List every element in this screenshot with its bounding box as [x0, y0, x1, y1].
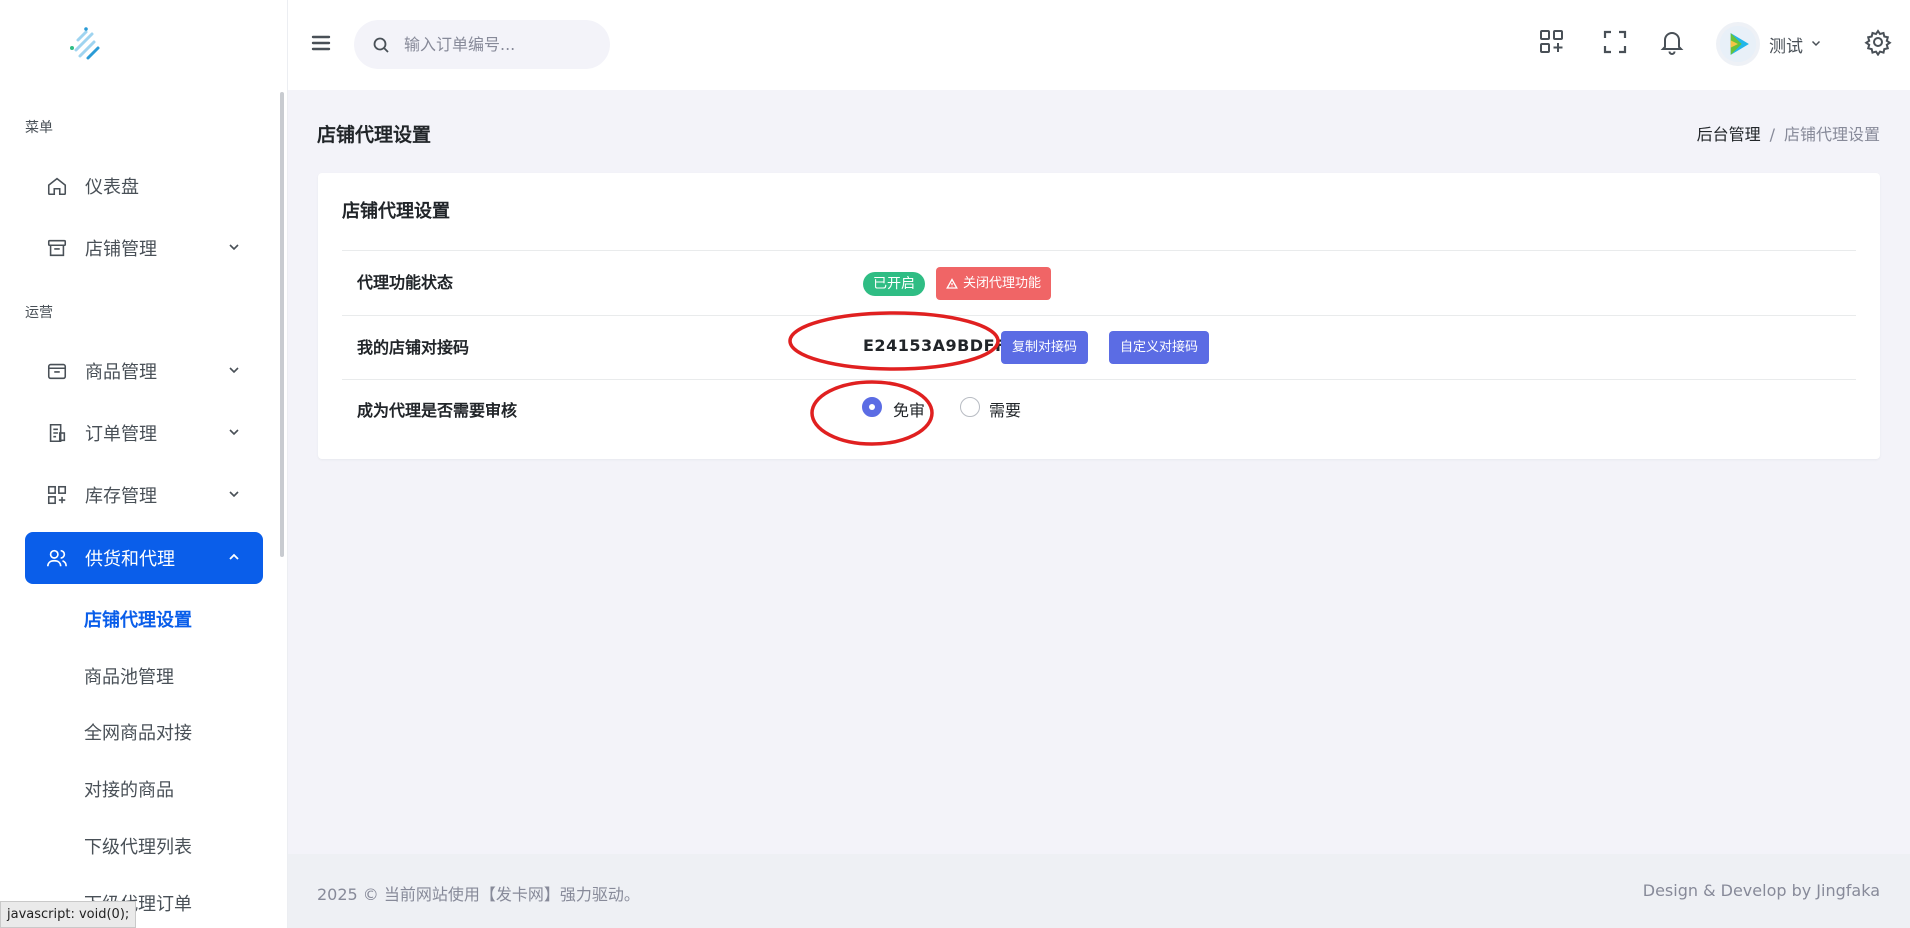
row-divider [342, 250, 1856, 251]
section-title-menu: 菜单 [25, 120, 53, 136]
row-divider [342, 315, 1856, 316]
store-icon [45, 236, 69, 260]
topbar: 测试 [288, 0, 1910, 90]
sidebar-subitem-product-pool[interactable]: 商品池管理 [84, 663, 174, 689]
user-name[interactable]: 测试 [1769, 32, 1803, 57]
browser-status-link-preview: javascript: void(0); [0, 901, 137, 928]
play-logo-icon [1719, 25, 1757, 63]
card-title: 店铺代理设置 [342, 201, 450, 222]
breadcrumb-separator: / [1769, 125, 1775, 144]
chevron-down-icon [229, 244, 239, 251]
chevron-up-icon [229, 553, 239, 560]
bell-icon[interactable] [1658, 28, 1686, 56]
sidebar-item-dashboard[interactable]: 仪表盘 [25, 160, 263, 212]
qr-app-grid-icon[interactable] [1538, 28, 1566, 56]
sidebar-item-store-management[interactable]: 店铺管理 [25, 222, 263, 274]
sidebar: 菜单 仪表盘 店铺管理 运营 商品管理 订单管理 库存管理 供货和代理 店铺代理… [0, 0, 288, 928]
close-agent-button[interactable]: 关闭代理功能 [936, 267, 1052, 300]
agent-status-label: 代理功能状态 [357, 273, 454, 292]
close-agent-button-label: 关闭代理功能 [963, 276, 1042, 291]
sidebar-item-label: 库存管理 [85, 486, 157, 507]
sidebar-item-inventory-management[interactable]: 库存管理 [25, 469, 263, 521]
sidebar-item-order-management[interactable]: 订单管理 [25, 407, 263, 459]
avatar[interactable] [1716, 22, 1760, 66]
radio-no-review[interactable] [862, 397, 882, 417]
breadcrumb-current: 店铺代理设置 [1783, 125, 1880, 144]
order-icon [45, 421, 69, 445]
chevron-down-icon [229, 429, 239, 436]
sidebar-subitem-store-agent-settings[interactable]: 店铺代理设置 [84, 606, 192, 632]
sidebar-subitem-sub-agent-list[interactable]: 下级代理列表 [84, 833, 192, 859]
breadcrumb: 后台管理 / 店铺代理设置 [1697, 121, 1880, 145]
users-icon [45, 546, 69, 570]
sidebar-item-supply-and-agent[interactable]: 供货和代理 [25, 532, 263, 584]
review-required-label: 成为代理是否需要审核 [357, 401, 518, 420]
sidebar-subitem-network-product-docking[interactable]: 全网商品对接 [84, 719, 192, 745]
search-bar[interactable] [354, 20, 610, 69]
home-icon [45, 174, 69, 198]
section-title-operations: 运营 [25, 305, 53, 321]
sidebar-scrollbar[interactable] [280, 92, 284, 557]
sidebar-item-label: 仪表盘 [85, 177, 139, 198]
sidebar-item-label: 店铺管理 [85, 239, 157, 260]
store-docking-code: E24153A9BDFF [863, 336, 1007, 355]
order-search-input[interactable] [404, 35, 594, 54]
status-badge: 已开启 [863, 272, 925, 296]
copy-code-button[interactable]: 复制对接码 [1001, 331, 1089, 364]
sidebar-item-label: 订单管理 [85, 424, 157, 445]
footer-copyright: 2025 © 当前网站使用【发卡网】强力驱动。 [317, 885, 640, 904]
radio-review-required-label[interactable]: 需要 [989, 397, 1021, 421]
gear-icon[interactable] [1864, 28, 1892, 57]
footer: 2025 © 当前网站使用【发卡网】强力驱动。 Design & Develop… [288, 854, 1910, 928]
sidebar-item-label: 商品管理 [85, 362, 157, 383]
warning-icon [946, 277, 958, 289]
logo[interactable] [56, 24, 108, 64]
agent-settings-card: 店铺代理设置 代理功能状态 已开启 关闭代理功能 我的店铺对接码 E24153A… [318, 173, 1880, 459]
row-divider [342, 379, 1856, 380]
footer-credit: Design & Develop by Jingfaka [1642, 881, 1880, 900]
chevron-down-icon [229, 367, 239, 374]
chevron-down-icon[interactable] [1810, 37, 1822, 49]
search-icon [373, 37, 389, 53]
sidebar-item-product-management[interactable]: 商品管理 [25, 345, 263, 397]
page-title: 店铺代理设置 [317, 124, 432, 146]
custom-code-button[interactable]: 自定义对接码 [1109, 331, 1210, 364]
breadcrumb-root-link[interactable]: 后台管理 [1697, 125, 1761, 144]
sidebar-subitem-docked-products[interactable]: 对接的商品 [84, 776, 174, 802]
radio-review-required[interactable] [960, 397, 980, 417]
grid-icon [45, 483, 69, 507]
hamburger-menu-icon[interactable] [310, 32, 332, 54]
radio-no-review-label[interactable]: 免审 [893, 397, 925, 421]
sidebar-item-label: 供货和代理 [85, 549, 175, 570]
store-code-label: 我的店铺对接码 [357, 338, 470, 357]
fullscreen-icon[interactable] [1601, 28, 1629, 56]
chevron-down-icon [229, 491, 239, 498]
box-icon [45, 359, 69, 383]
